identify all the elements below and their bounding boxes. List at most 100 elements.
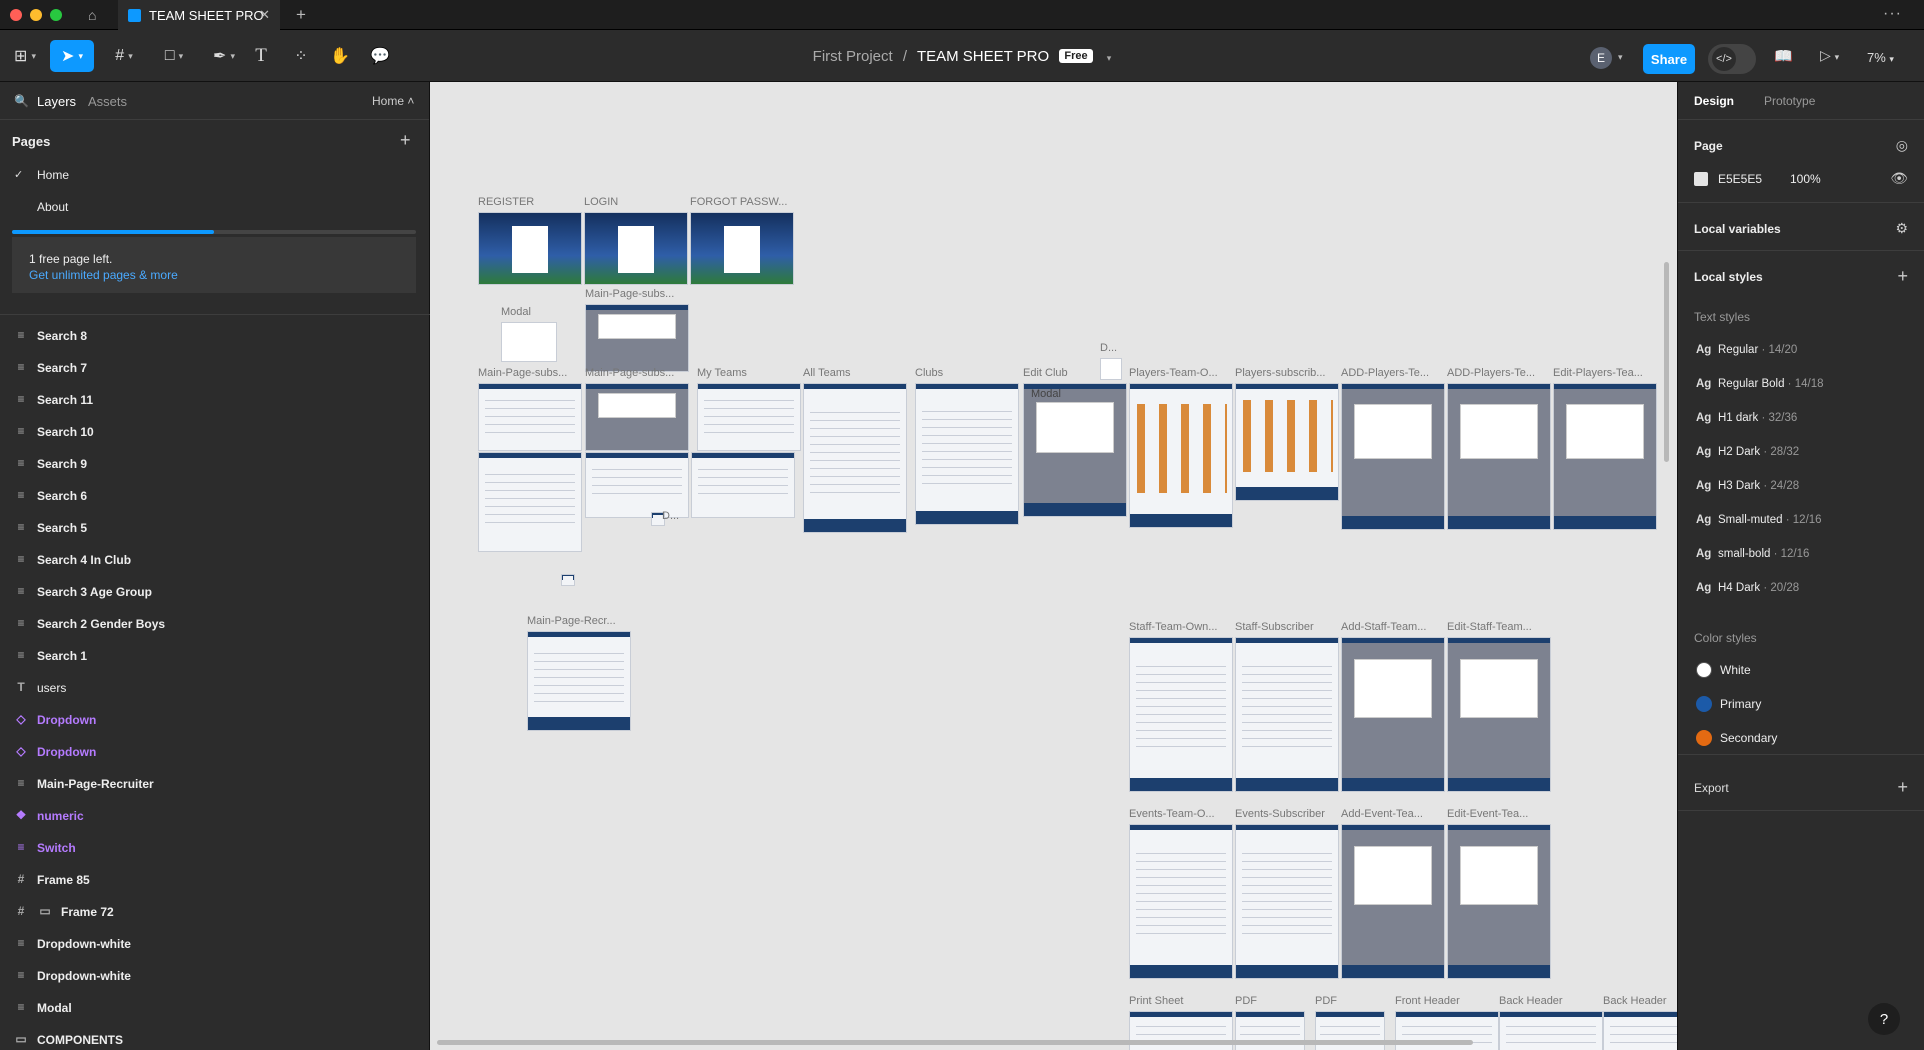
minimize-window-button[interactable] (30, 9, 42, 21)
layer-item[interactable]: ≡ Search 2 Gender Boys (0, 610, 430, 636)
canvas[interactable]: REGISTER LOGIN FORGOT PASSW... Main-Page-su… (431, 82, 1677, 1050)
layer-item[interactable]: ≡ Search 3 Age Group (0, 578, 430, 604)
text-style-item[interactable]: Ag H4 Dark · 20/28 (1696, 582, 1799, 594)
add-style-icon[interactable]: + (1897, 266, 1908, 287)
project-name[interactable]: First Project (813, 48, 893, 65)
frame-label[interactable]: D... (662, 510, 679, 522)
more-options-icon[interactable]: ··· (1883, 5, 1902, 23)
file-tab[interactable]: TEAM SHEET PRO ✕ (118, 0, 280, 30)
canvas-frame[interactable] (585, 304, 689, 372)
text-style-item[interactable]: Ag H3 Dark · 24/28 (1696, 480, 1799, 492)
file-name[interactable]: TEAM SHEET PRO (917, 48, 1049, 65)
canvas-frame[interactable] (690, 212, 794, 285)
zoom-window-button[interactable] (50, 9, 62, 21)
canvas-frame[interactable] (1341, 824, 1445, 979)
layer-item[interactable]: ▭ COMPONENTS (0, 1026, 430, 1050)
library-icon[interactable]: 📖 (1774, 47, 1793, 65)
new-tab-icon[interactable]: + (296, 5, 306, 25)
canvas-frame[interactable] (697, 383, 801, 451)
eye-icon[interactable]: 👁 (1890, 170, 1908, 187)
layer-item[interactable]: Tusers (0, 674, 430, 700)
dev-mode-toggle[interactable]: </> (1708, 44, 1756, 74)
frame-label[interactable]: ADD-Players-Te... (1447, 367, 1535, 379)
layer-item[interactable]: ≡ Search 11 (0, 386, 430, 412)
canvas-frame[interactable] (915, 383, 1019, 525)
frame-label[interactable]: PDF (1315, 995, 1337, 1007)
page-settings-icon[interactable]: ◎ (1896, 137, 1908, 154)
layer-item[interactable]: ❖ numeric (0, 802, 430, 828)
layer-item[interactable]: ≡ Search 6 (0, 482, 430, 508)
layer-item[interactable]: ≡ Search 9 (0, 450, 430, 476)
text-style-item[interactable]: Ag Small-muted · 12/16 (1696, 514, 1822, 526)
page-item[interactable]: ✓ Home (0, 162, 430, 188)
canvas-frame[interactable] (1129, 637, 1233, 792)
page-item[interactable]: About (0, 194, 430, 220)
layer-item[interactable]: # Frame 85 (0, 866, 430, 892)
search-icon[interactable]: 🔍 (14, 94, 29, 108)
canvas-frame[interactable] (1100, 358, 1122, 380)
canvas-frame[interactable] (478, 383, 582, 451)
frame-label[interactable]: ADD-Players-Te... (1341, 367, 1429, 379)
present-button[interactable]: ▷ ▾ (1820, 47, 1839, 64)
frame-label[interactable]: Main-Page-Recr... (527, 615, 616, 627)
canvas-frame[interactable] (1129, 383, 1233, 528)
layer-item[interactable]: ≡ Switch (0, 834, 430, 860)
layer-item[interactable]: ≡ Search 7 (0, 354, 430, 380)
frame-label[interactable]: Edit-Event-Tea... (1447, 808, 1528, 820)
frame-label[interactable]: Modal (1031, 388, 1061, 400)
frame-label[interactable]: Events-Team-O... (1129, 808, 1215, 820)
frame-label[interactable]: Edit Club (1023, 367, 1068, 379)
add-page-icon[interactable]: + (400, 130, 411, 151)
zoom-menu[interactable]: 7% ▾ (1867, 50, 1894, 65)
canvas-frame[interactable] (1341, 383, 1445, 530)
frame-label[interactable]: PDF (1235, 995, 1257, 1007)
frame-label[interactable]: Modal (501, 306, 531, 318)
frame-label[interactable]: Events-Subscriber (1235, 808, 1325, 820)
frame-label[interactable]: Add-Event-Tea... (1341, 808, 1423, 820)
frame-label[interactable]: Main-Page-subs... (585, 367, 674, 379)
canvas-frame[interactable] (1553, 383, 1657, 530)
tab-assets[interactable]: Assets (88, 94, 127, 109)
frame-label[interactable]: FORGOT PASSW... (690, 196, 787, 208)
export-title[interactable]: Export (1694, 781, 1729, 795)
frame-label[interactable]: Add-Staff-Team... (1341, 621, 1426, 633)
frame-label[interactable]: Clubs (915, 367, 943, 379)
layer-item[interactable]: ≡ Search 1 (0, 642, 430, 668)
layer-item[interactable]: ≡ Search 4 In Club (0, 546, 430, 572)
tab-design[interactable]: Design (1694, 94, 1734, 108)
layer-item[interactable]: ≡ Dropdown-white (0, 962, 430, 988)
frame-label[interactable]: Staff-Subscriber (1235, 621, 1314, 633)
horizontal-scrollbar[interactable] (437, 1040, 1473, 1045)
frame-label[interactable]: Main-Page-subs... (585, 288, 674, 300)
text-style-item[interactable]: Ag H2 Dark · 28/32 (1696, 446, 1799, 458)
close-window-button[interactable] (10, 9, 22, 21)
canvas-frame[interactable] (691, 452, 795, 518)
canvas-frame[interactable] (478, 452, 582, 552)
frame-label[interactable]: Edit-Players-Tea... (1553, 367, 1643, 379)
canvas-frame[interactable] (1341, 637, 1445, 792)
text-style-item[interactable]: Ag H1 dark · 32/36 (1696, 412, 1797, 424)
canvas-frame[interactable] (1499, 1011, 1603, 1050)
vertical-scrollbar[interactable] (1664, 262, 1669, 462)
tab-prototype[interactable]: Prototype (1764, 94, 1815, 108)
canvas-frame[interactable] (561, 574, 575, 586)
text-style-item[interactable]: Ag small-bold · 12/16 (1696, 548, 1809, 560)
share-button[interactable]: Share (1643, 44, 1695, 74)
layer-item[interactable]: ≡ Search 8 (0, 322, 430, 348)
frame-label[interactable]: Players-subscrib... (1235, 367, 1325, 379)
color-style-item[interactable]: White (1696, 662, 1896, 680)
tab-layers[interactable]: Layers (37, 94, 76, 109)
local-variables-title[interactable]: Local variables (1694, 222, 1781, 236)
canvas-frame[interactable] (527, 631, 631, 731)
frame-label[interactable]: D... (1100, 342, 1117, 354)
color-style-item[interactable]: Secondary (1696, 730, 1896, 748)
frame-label[interactable]: Main-Page-subs... (478, 367, 567, 379)
layer-item[interactable]: ◇ Dropdown (0, 738, 430, 764)
layer-item[interactable]: ≡ Search 10 (0, 418, 430, 444)
page-fill-opacity[interactable]: 100% (1790, 172, 1821, 186)
canvas-frame[interactable] (1129, 824, 1233, 979)
canvas-frame[interactable] (585, 452, 689, 518)
frame-label[interactable]: Back Header (1499, 995, 1563, 1007)
frame-label[interactable]: Front Header (1395, 995, 1460, 1007)
upgrade-link[interactable]: Get unlimited pages & more (29, 267, 399, 283)
